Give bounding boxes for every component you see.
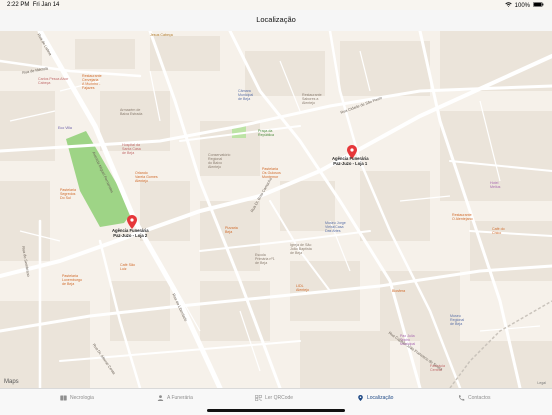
location-icon	[357, 395, 364, 401]
place-label[interactable]: Museu Regional de Beja	[450, 314, 464, 326]
place-label[interactable]: Restaurante Sabores a Alentejo	[302, 93, 322, 105]
place-label[interactable]: Biosfera	[392, 289, 405, 293]
page-title: Localização	[256, 15, 296, 24]
place-label[interactable]: Carlos Pesca Alvor Cabeça	[38, 77, 68, 85]
tab-contactos[interactable]: Contactos	[458, 395, 491, 401]
map-pin-icon	[127, 215, 137, 229]
map-view[interactable]: Avenida Miguel Fernandes Rua de Mértola …	[0, 31, 552, 388]
status-bar: 2:22 PM Fri Jan 14 100%	[0, 0, 552, 10]
qrcode-icon	[255, 394, 262, 402]
pin-label-loja-2: Agência Funerária Paz-Juzo - Loja 2	[112, 228, 149, 238]
place-label[interactable]: Hotel Melius	[490, 181, 500, 189]
place-label[interactable]: Eco Villa	[58, 126, 72, 130]
tab-label: Localização	[367, 395, 394, 401]
place-label[interactable]: Jesus Cabeça	[150, 33, 173, 37]
book-icon	[60, 395, 67, 401]
tab-a-funeraria[interactable]: A Funerária	[157, 395, 193, 401]
status-indicators: 100%	[504, 2, 544, 9]
place-label[interactable]: Hospital da Santa Casa de Beja	[122, 143, 141, 155]
place-label[interactable]: Igreja de São João Baptista de Beja	[290, 243, 312, 255]
battery-icon	[533, 2, 544, 9]
place-label[interactable]: Pastelaria Segredos Do Sul	[60, 188, 76, 200]
place-label[interactable]: Pizzaria Beja	[225, 226, 238, 234]
place-label[interactable]: Praça da República	[258, 129, 274, 137]
place-label[interactable]: LIDL Alentejo	[296, 284, 309, 292]
place-label[interactable]: Farmácia Central	[430, 364, 445, 372]
place-label[interactable]: Café do Chico	[492, 227, 505, 235]
tab-label: Necrologia	[70, 395, 94, 401]
place-label[interactable]: Museu Jorge Vieira/Casa Das Artes	[325, 221, 346, 233]
place-label[interactable]: Pastelaria Os Gulosos Montemor	[262, 167, 281, 179]
place-label[interactable]: Conservatório Regional do Baixo Alentejo	[208, 153, 230, 169]
legal-link[interactable]: Legal	[537, 381, 546, 385]
place-label[interactable]: Escola Primária nº1 de Beja	[255, 253, 275, 265]
place-label[interactable]: Restaurante Cervejaria A Murinho - Fajazes	[82, 74, 102, 90]
place-label[interactable]: Café São Luiz	[120, 263, 135, 271]
maps-attribution[interactable]: Maps	[4, 379, 19, 385]
navigation-bar: Localização	[0, 10, 552, 32]
place-label[interactable]: Restaurante O Alentejano	[452, 213, 473, 221]
tab-ler-qrcode[interactable]: Ler QRCode	[255, 394, 294, 402]
pin-label-loja-1: Agência Funerária Paz-Juzo - Loja 1	[332, 156, 369, 166]
tab-localizacao[interactable]: Localização	[357, 395, 393, 401]
place-label[interactable]: Câmara Municipal de Beja	[238, 89, 253, 101]
place-label[interactable]: Pastelaria Luxemburgo de Beja	[62, 274, 82, 286]
location-pin-loja-2[interactable]	[127, 215, 137, 229]
wifi-icon	[504, 2, 512, 9]
person-icon	[157, 395, 164, 401]
tab-label: Ler QRCode	[265, 395, 294, 401]
phone-icon	[458, 395, 465, 401]
home-indicator[interactable]	[207, 409, 345, 412]
battery-percent: 100%	[514, 2, 530, 9]
place-label[interactable]: Orlando Varela Gomes Alentejo	[135, 171, 158, 183]
tab-label: A Funerária	[167, 395, 193, 401]
tab-label: Contactos	[468, 395, 491, 401]
status-time-date: 2:22 PM Fri Jan 14	[7, 2, 60, 8]
place-label[interactable]: Armazém de Baixa Estrada	[120, 108, 142, 116]
place-label[interactable]: Pax Julia Teatro Municipal	[400, 334, 415, 346]
tab-necrologia[interactable]: Necrologia	[60, 395, 94, 401]
